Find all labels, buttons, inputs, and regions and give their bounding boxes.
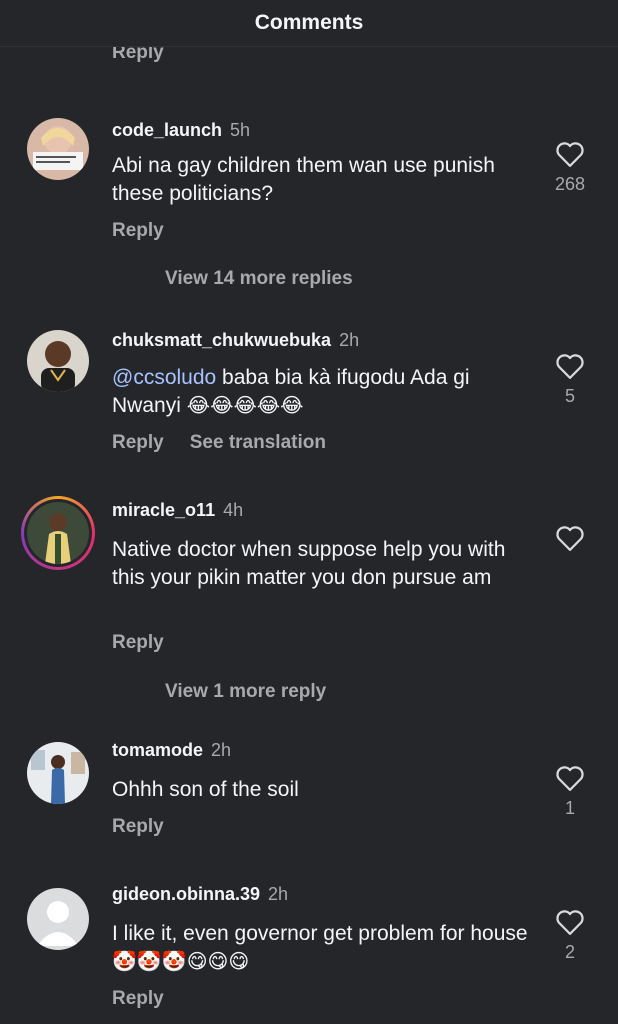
avatar[interactable] [27, 118, 89, 180]
reply-button[interactable]: Reply [112, 432, 164, 453]
header-bar: Comments [0, 0, 618, 47]
heart-outline-icon[interactable] [555, 908, 585, 936]
username-text[interactable]: gideon.obinna.39 [112, 884, 260, 904]
username[interactable]: chuksmatt_chukwuebuka 2h [112, 330, 359, 351]
see-translation-button[interactable]: See translation [190, 432, 326, 453]
person-silhouette-icon [27, 888, 89, 950]
timestamp: 4h [223, 500, 244, 520]
username-text[interactable]: chuksmatt_chukwuebuka [112, 330, 331, 350]
comment-text: Native doctor when suppose help you with… [112, 538, 506, 589]
username[interactable]: gideon.obinna.39 2h [112, 884, 288, 905]
reply-button[interactable]: Reply [112, 988, 164, 1009]
mention-link[interactable]: @ccsoludo [112, 366, 216, 389]
like-button[interactable]: 5 [548, 352, 592, 407]
timestamp: 2h [339, 330, 360, 350]
avatar[interactable] [27, 330, 89, 392]
avatar-story-ring[interactable] [21, 496, 95, 570]
like-button[interactable]: 2 [548, 908, 592, 963]
username[interactable]: tomamode 2h [112, 740, 231, 761]
comment-actions: Reply [112, 988, 164, 1010]
avatar[interactable] [27, 742, 89, 804]
emoji: 😂😂😂😂😂 [186, 395, 304, 417]
comment-text: Ohhh son of the soil [112, 778, 299, 801]
username-text[interactable]: tomamode [112, 740, 203, 760]
comment-text: I like it, even governor get problem for… [112, 920, 532, 976]
comment-text: Abi na gay children them wan use punish … [112, 154, 495, 205]
emoji: 🤡🤡🤡😋😋😋 [112, 951, 250, 973]
reply-button[interactable]: Reply [112, 632, 164, 653]
view-more-replies[interactable]: View 1 more reply [165, 681, 326, 703]
username-text[interactable]: code_launch [112, 120, 222, 140]
like-count: 5 [564, 386, 575, 406]
like-button[interactable]: 268 [548, 140, 592, 195]
timestamp: 2h [211, 740, 232, 760]
page-title: Comments [254, 11, 364, 34]
like-button[interactable]: 1 [548, 764, 592, 819]
like-count: 2 [564, 942, 575, 962]
username[interactable]: code_launch 5h [112, 120, 250, 141]
heart-outline-icon[interactable] [555, 764, 585, 792]
heart-outline-icon[interactable] [555, 524, 585, 552]
timestamp: 5h [230, 120, 251, 140]
timestamp: 2h [268, 884, 289, 904]
comment-actions: Reply See translation [112, 432, 326, 454]
reply-button[interactable]: Reply [112, 816, 164, 837]
like-button[interactable] [548, 524, 592, 558]
comment-body: I like it, even governor get problem for… [112, 922, 528, 945]
comment-actions: Reply [112, 632, 164, 654]
reply-button[interactable]: Reply [112, 220, 164, 241]
comment-actions: Reply [112, 220, 164, 242]
comment-actions: Reply [112, 816, 164, 838]
view-more-replies[interactable]: View 14 more replies [165, 268, 353, 290]
avatar[interactable] [27, 888, 89, 950]
like-count: 268 [554, 174, 586, 194]
like-count: 1 [564, 798, 575, 818]
heart-outline-icon[interactable] [555, 140, 585, 168]
heart-outline-icon[interactable] [555, 352, 585, 380]
username[interactable]: miracle_o11 4h [112, 500, 243, 521]
username-text[interactable]: miracle_o11 [112, 500, 215, 520]
comment-text: @ccsoludo baba bia kà ifugodu Ada gi Nwa… [112, 364, 522, 420]
